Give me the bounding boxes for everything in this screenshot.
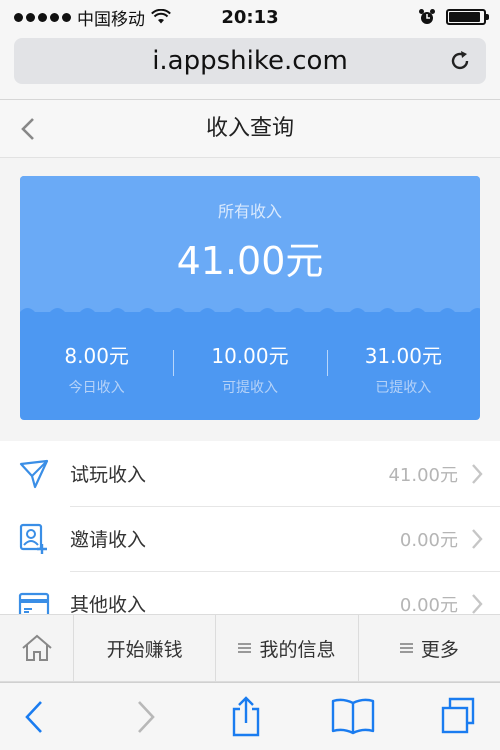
stat-label: 已提收入 <box>375 380 432 396</box>
stat-label: 可提收入 <box>221 380 278 396</box>
clock: 20:13 <box>221 6 279 28</box>
chevron-right-icon <box>472 594 483 614</box>
tabs-icon[interactable] <box>440 695 476 735</box>
signal-strength-icon <box>14 12 71 22</box>
browser-back-icon[interactable] <box>22 699 46 735</box>
stat-value: 8.00元 <box>64 344 129 368</box>
menu-lines-icon <box>238 643 252 653</box>
home-icon <box>21 634 52 661</box>
menu-item-label: 开始赚钱 <box>106 638 183 661</box>
stat-withdrawn: 31.00元 已提收入 <box>326 336 480 396</box>
wave-decoration <box>20 308 480 320</box>
battery-icon <box>446 9 489 25</box>
list-item-invite-income[interactable]: 邀请收入 0.00元 <box>0 506 500 571</box>
income-stats: 8.00元 今日收入 10.00元 可提收入 31.00元 已提收入 <box>20 336 480 396</box>
list-item-value: 41.00元 <box>388 464 458 486</box>
url-text: i.appshike.com <box>152 46 348 76</box>
carrier-name: 中国移动 <box>77 9 145 30</box>
menu-home-button[interactable] <box>0 615 74 681</box>
stat-label: 今日收入 <box>68 380 125 396</box>
bottom-menu: 开始赚钱 我的信息 更多 <box>0 614 500 682</box>
reload-icon[interactable] <box>448 49 472 73</box>
page-header: 收入查询 <box>0 100 500 158</box>
add-user-icon <box>19 523 47 554</box>
income-summary-card: 所有收入 41.00元 8.00元 今日收入 10.00元 可提收入 31.00… <box>20 176 480 420</box>
alarm-icon <box>419 9 435 24</box>
page-title: 收入查询 <box>205 116 294 141</box>
chevron-right-icon <box>472 529 483 549</box>
browser-address-area: i.appshike.com <box>0 34 500 100</box>
stat-today: 8.00元 今日收入 <box>20 336 173 396</box>
menu-start-earning[interactable]: 开始赚钱 <box>74 615 217 681</box>
total-income-amount: 41.00元 <box>176 239 324 283</box>
income-list: 试玩收入 41.00元 邀请收入 0.00元 其他收入 0.00元 <box>0 441 500 636</box>
chevron-right-icon <box>472 464 483 484</box>
status-bar: 中国移动 20:13 <box>0 0 500 34</box>
share-icon[interactable] <box>229 695 263 737</box>
stat-value: 31.00元 <box>364 344 442 368</box>
menu-lines-icon <box>399 643 413 653</box>
browser-forward-icon[interactable] <box>134 699 158 735</box>
stat-value: 10.00元 <box>211 344 289 368</box>
total-income-label: 所有收入 <box>217 202 282 221</box>
wifi-icon <box>151 9 171 24</box>
list-item-value: 0.00元 <box>399 594 458 616</box>
list-item-trial-income[interactable]: 试玩收入 41.00元 <box>0 441 500 506</box>
menu-more[interactable]: 更多 <box>359 615 500 681</box>
list-item-label: 邀请收入 <box>70 529 147 551</box>
list-item-label: 试玩收入 <box>70 464 147 486</box>
address-bar[interactable]: i.appshike.com <box>14 38 486 84</box>
menu-my-info[interactable]: 我的信息 <box>216 615 359 681</box>
menu-item-label: 更多 <box>420 638 459 661</box>
browser-toolbar <box>0 682 500 750</box>
send-icon <box>19 459 49 489</box>
list-item-value: 0.00元 <box>399 529 458 551</box>
bookmarks-icon[interactable] <box>331 697 375 735</box>
list-item-label: 其他收入 <box>70 594 147 616</box>
menu-item-label: 我的信息 <box>259 638 336 661</box>
stat-withdrawable: 10.00元 可提收入 <box>173 336 326 396</box>
